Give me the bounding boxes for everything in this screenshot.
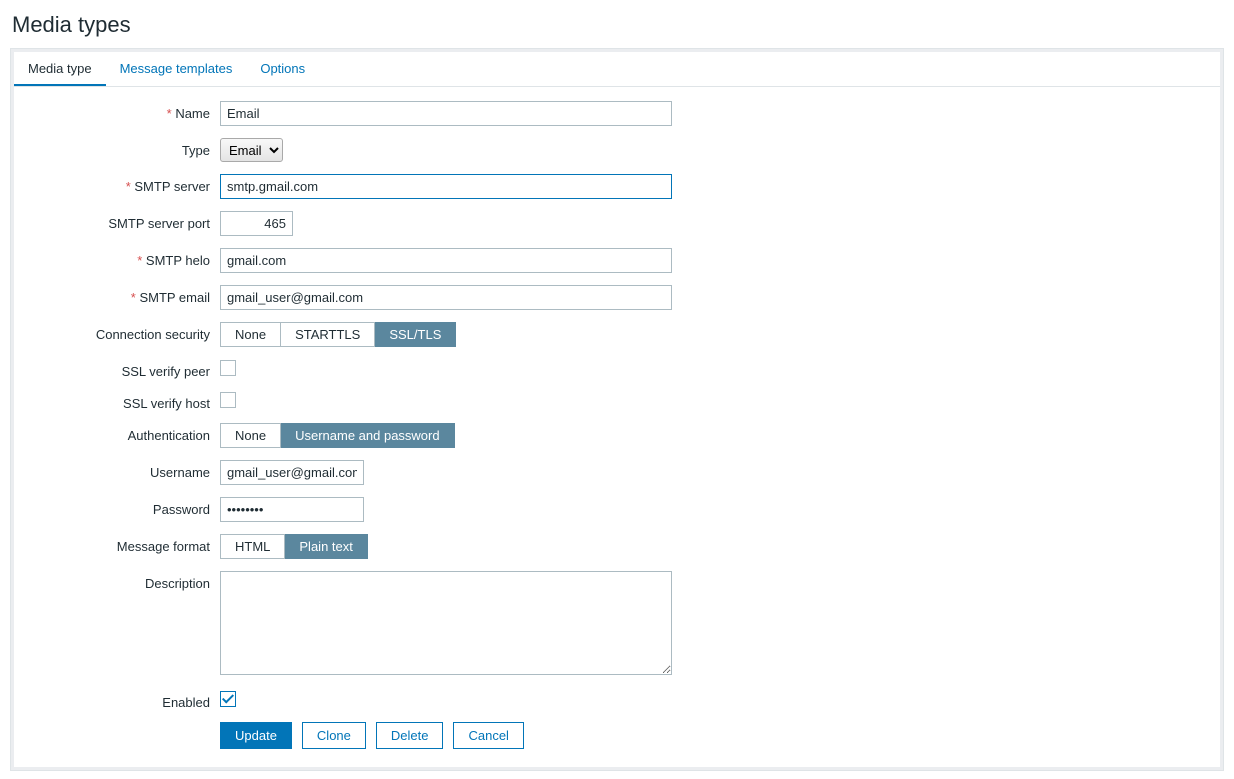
tab-media-type[interactable]: Media type xyxy=(14,52,106,86)
message-format-plain[interactable]: Plain text xyxy=(285,534,367,559)
label-name: Name xyxy=(24,101,220,121)
message-format-group: HTML Plain text xyxy=(220,534,368,559)
description-input[interactable] xyxy=(220,571,672,675)
conn-security-group: None STARTTLS SSL/TLS xyxy=(220,322,456,347)
page-title: Media types xyxy=(10,8,1224,48)
update-button[interactable]: Update xyxy=(220,722,292,749)
label-description: Description xyxy=(24,571,220,591)
smtp-server-input[interactable] xyxy=(220,174,672,199)
label-type: Type xyxy=(24,138,220,158)
ssl-verify-peer-checkbox[interactable] xyxy=(220,360,236,376)
message-format-html[interactable]: HTML xyxy=(220,534,285,559)
label-password: Password xyxy=(24,497,220,517)
conn-security-none[interactable]: None xyxy=(220,322,281,347)
smtp-email-input[interactable] xyxy=(220,285,672,310)
label-username: Username xyxy=(24,460,220,480)
cancel-button[interactable]: Cancel xyxy=(453,722,523,749)
label-authentication: Authentication xyxy=(24,423,220,443)
label-smtp-email: SMTP email xyxy=(24,285,220,305)
smtp-port-input[interactable] xyxy=(220,211,293,236)
button-row: Update Clone Delete Cancel xyxy=(220,722,1210,749)
label-message-format: Message format xyxy=(24,534,220,554)
content-panel: Media type Message templates Options Nam… xyxy=(10,48,1224,771)
ssl-verify-host-checkbox[interactable] xyxy=(220,392,236,408)
label-enabled: Enabled xyxy=(24,690,220,710)
conn-security-starttls[interactable]: STARTTLS xyxy=(281,322,375,347)
label-ssl-verify-peer: SSL verify peer xyxy=(24,359,220,379)
label-smtp-server: SMTP server xyxy=(24,174,220,194)
label-smtp-helo: SMTP helo xyxy=(24,248,220,268)
conn-security-ssltls[interactable]: SSL/TLS xyxy=(375,322,456,347)
password-input[interactable] xyxy=(220,497,364,522)
tab-options[interactable]: Options xyxy=(246,52,319,86)
authentication-userpass[interactable]: Username and password xyxy=(281,423,455,448)
username-input[interactable] xyxy=(220,460,364,485)
clone-button[interactable]: Clone xyxy=(302,722,366,749)
name-input[interactable] xyxy=(220,101,672,126)
label-ssl-verify-host: SSL verify host xyxy=(24,391,220,411)
authentication-group: None Username and password xyxy=(220,423,455,448)
delete-button[interactable]: Delete xyxy=(376,722,444,749)
smtp-helo-input[interactable] xyxy=(220,248,672,273)
content-panel-inner: Media type Message templates Options Nam… xyxy=(14,52,1220,767)
tab-message-templates[interactable]: Message templates xyxy=(106,52,247,86)
form: Name Type Email SMTP server xyxy=(14,87,1220,767)
label-smtp-port: SMTP server port xyxy=(24,211,220,231)
authentication-none[interactable]: None xyxy=(220,423,281,448)
enabled-checkbox[interactable] xyxy=(220,691,236,707)
tab-bar: Media type Message templates Options xyxy=(14,52,1220,87)
label-conn-security: Connection security xyxy=(24,322,220,342)
type-select[interactable]: Email xyxy=(220,138,283,162)
